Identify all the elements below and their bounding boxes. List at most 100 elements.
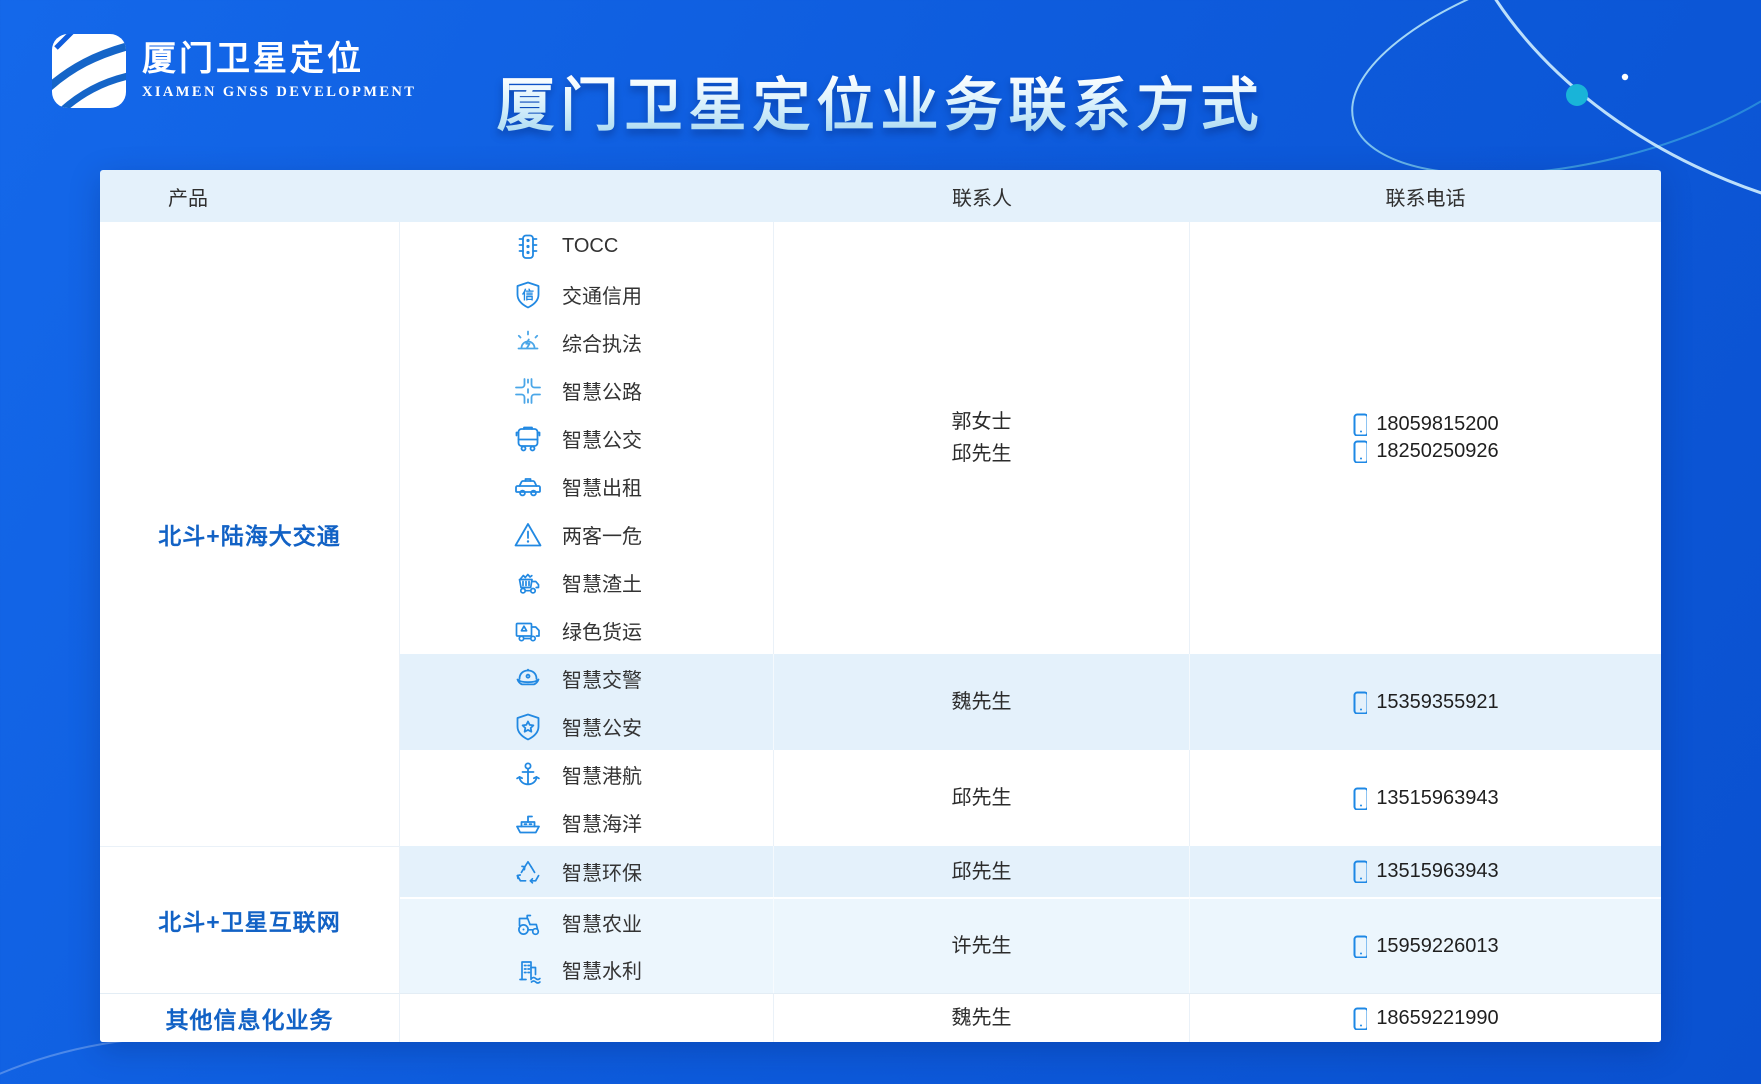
product-item: TOCC: [400, 222, 773, 270]
phone-entry: 13515963943: [1352, 860, 1498, 883]
contact-name: 魏先生: [952, 686, 1012, 718]
taxi-icon: [512, 471, 542, 501]
phone-cell: 18659221990: [1190, 993, 1661, 1042]
phone-icon: [1352, 413, 1367, 436]
phone-icon: [1352, 691, 1367, 714]
phone-number: 15359355921: [1376, 691, 1498, 714]
product-item: 智慧公安: [400, 702, 773, 750]
contact-table: 产品 联系人 联系电话 北斗+陆海大交通 TOCC 交通信用 综合执法 智慧公路…: [100, 170, 1661, 1042]
green-truck-icon: [512, 615, 542, 645]
group-label: 北斗+陆海大交通: [158, 517, 340, 551]
tractor-icon: [512, 908, 542, 938]
police-cap-icon: [512, 663, 542, 693]
contact-cell: 邱先生: [774, 750, 1190, 846]
phone-icon: [1352, 787, 1367, 810]
header-contact: 联系人: [774, 170, 1190, 222]
product-label: 智慧渣土: [562, 568, 642, 597]
phone-cell: 15359355921: [1190, 654, 1661, 750]
products-cell: 智慧农业 智慧水利: [400, 897, 774, 993]
contact-name: 魏先生: [952, 1002, 1012, 1034]
phone-entry: 18659221990: [1352, 1007, 1498, 1030]
product-item: 绿色货运: [400, 606, 773, 654]
table-header-row: 产品 联系人 联系电话: [100, 170, 1661, 222]
phone-cell: 13515963943: [1190, 846, 1661, 897]
group-cell-satellite-internet: 北斗+卫星互联网: [100, 846, 400, 993]
star-shield-icon: [512, 711, 542, 741]
phone-icon: [1352, 1007, 1367, 1030]
product-item: 智慧港航: [400, 750, 773, 798]
contact-name: 郭女士: [952, 406, 1012, 438]
recycle-icon: [512, 857, 542, 887]
group-cell-other-services: 其他信息化业务: [100, 993, 400, 1042]
contact-cell: 郭女士 邱先生: [774, 222, 1190, 654]
product-item: 智慧水利: [400, 946, 773, 993]
contact-cell: 许先生: [774, 897, 1190, 993]
product-label: 交通信用: [562, 280, 642, 309]
credit-shield-icon: [512, 279, 542, 309]
product-label: 两客一危: [562, 520, 642, 549]
product-item: 智慧渣土: [400, 558, 773, 606]
product-label: 智慧公交: [562, 424, 642, 453]
contact-cell: 魏先生: [774, 654, 1190, 750]
header-product: 产品: [100, 170, 774, 222]
product-item: 智慧公路: [400, 366, 773, 414]
product-label: 综合执法: [562, 328, 642, 357]
phone-cell: 13515963943: [1190, 750, 1661, 846]
products-cell: 智慧交警 智慧公安: [400, 654, 774, 750]
phone-icon: [1352, 860, 1367, 883]
product-label: 智慧港航: [562, 760, 642, 789]
phone-number: 18250250926: [1376, 440, 1498, 463]
product-item: 智慧出租: [400, 462, 773, 510]
road-icon: [512, 375, 542, 405]
phone-number: 18059815200: [1376, 413, 1498, 436]
product-item: 智慧公交: [400, 414, 773, 462]
phone-number: 13515963943: [1376, 860, 1498, 883]
phone-cell: 18059815200 18250250926: [1190, 222, 1661, 654]
product-label: 智慧农业: [562, 908, 642, 937]
phone-cell: 15959226013: [1190, 897, 1661, 993]
product-item: 交通信用: [400, 270, 773, 318]
product-item: 两客一危: [400, 510, 773, 558]
group-label: 北斗+卫星互联网: [158, 903, 340, 937]
contact-name: 许先生: [952, 930, 1012, 962]
dump-truck-icon: [512, 567, 542, 597]
phone-number: 18659221990: [1376, 1007, 1498, 1030]
products-cell: TOCC 交通信用 综合执法 智慧公路 智慧公交 智慧出租 两客一危 智慧渣土 …: [400, 222, 774, 654]
phone-entry: 13515963943: [1352, 787, 1498, 810]
poster: { "colors": { "background_blue": "#0e5cd…: [0, 0, 1761, 1084]
product-item: 智慧农业: [400, 899, 773, 946]
phone-icon: [1352, 440, 1367, 463]
header-phone: 联系电话: [1190, 170, 1661, 222]
product-item: 综合执法: [400, 318, 773, 366]
product-label: 智慧公路: [562, 376, 642, 405]
group-cell-land-sea: 北斗+陆海大交通: [100, 222, 400, 846]
products-cell-empty: [400, 993, 774, 1042]
phone-entry: 18250250926: [1352, 440, 1498, 463]
contact-name: 邱先生: [952, 856, 1012, 888]
product-label: 智慧出租: [562, 472, 642, 501]
water-building-icon: [512, 955, 542, 985]
warning-triangle-icon: [512, 519, 542, 549]
phone-number: 15959226013: [1376, 935, 1498, 958]
phone-entry: 15359355921: [1352, 691, 1498, 714]
product-item: 智慧海洋: [400, 798, 773, 846]
product-label: 智慧公安: [562, 712, 642, 741]
product-label: 智慧水利: [562, 955, 642, 984]
table-body: 北斗+陆海大交通 TOCC 交通信用 综合执法 智慧公路 智慧公交 智慧出租 两…: [100, 222, 1661, 1042]
group-label: 其他信息化业务: [166, 1001, 334, 1035]
contact-cell: 邱先生: [774, 846, 1190, 897]
contact-cell: 魏先生: [774, 993, 1190, 1042]
product-label: 智慧海洋: [562, 808, 642, 837]
products-cell: 智慧港航 智慧海洋: [400, 750, 774, 846]
product-label: 智慧交警: [562, 664, 642, 693]
products-cell: 智慧环保: [400, 846, 774, 897]
phone-entry: 18059815200: [1352, 413, 1498, 436]
product-label: TOCC: [562, 235, 618, 258]
contact-name: 邱先生: [952, 782, 1012, 814]
phone-icon: [1352, 935, 1367, 958]
phone-entry: 15959226013: [1352, 935, 1498, 958]
product-label: 智慧环保: [562, 857, 642, 886]
siren-icon: [512, 327, 542, 357]
phone-number: 13515963943: [1376, 787, 1498, 810]
contact-name: 邱先生: [952, 438, 1012, 470]
